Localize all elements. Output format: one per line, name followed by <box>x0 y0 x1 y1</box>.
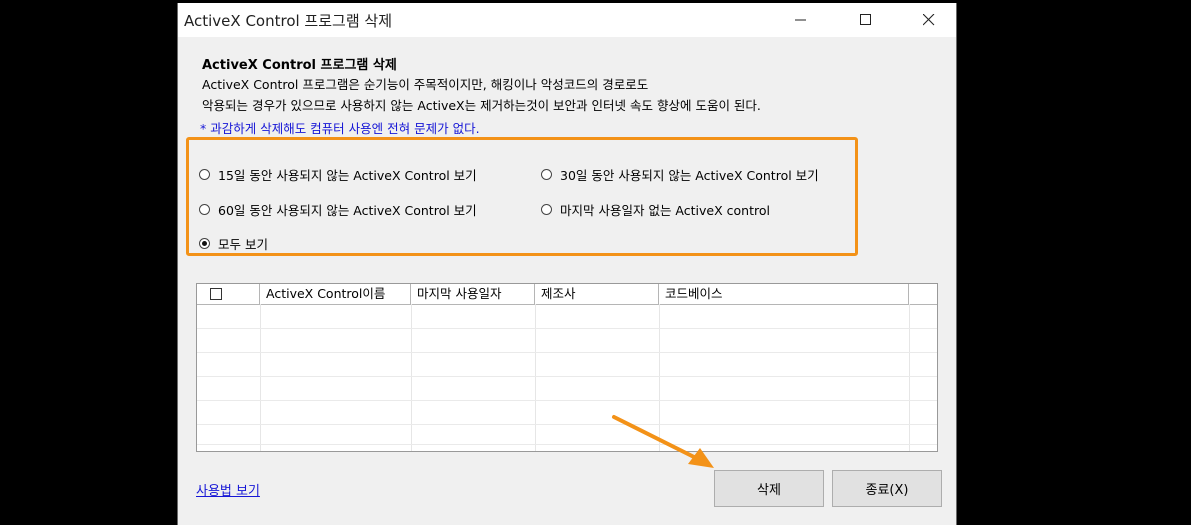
radio-button[interactable] <box>541 169 552 180</box>
grid-line <box>197 376 937 377</box>
radio-label: 마지막 사용일자 없는 ActiveX control <box>560 203 770 218</box>
note-text: * 과감하게 삭제해도 컴퓨터 사용엔 전혀 문제가 없다. <box>200 121 480 136</box>
grid-line <box>260 304 261 451</box>
usage-guide-link[interactable]: 사용법 보기 <box>196 480 260 499</box>
radio-show-all[interactable]: 모두 보기 <box>199 234 268 253</box>
close-icon <box>923 14 935 26</box>
arrow-annotation <box>612 415 714 468</box>
grid-line <box>535 304 536 451</box>
radio-label: 15일 동안 사용되지 않는 ActiveX Control 보기 <box>218 168 477 183</box>
column-codebase[interactable]: 코드베이스 <box>659 284 909 304</box>
window-title: ActiveX Control 프로그램 삭제 <box>184 12 393 30</box>
grid-line <box>197 352 937 353</box>
exit-button[interactable]: 종료(X) <box>832 470 942 507</box>
grid-line <box>411 304 412 451</box>
radio-60-days[interactable]: 60일 동안 사용되지 않는 ActiveX Control 보기 <box>199 200 477 219</box>
radio-button[interactable] <box>199 204 210 215</box>
description-line-1: ActiveX Control 프로그램은 순기능이 주목적이지만, 해킹이나 … <box>202 77 649 92</box>
radio-button-selected[interactable] <box>199 238 210 249</box>
column-manufacturer[interactable]: 제조사 <box>535 284 659 304</box>
column-select-all[interactable] <box>197 284 260 304</box>
radio-15-days[interactable]: 15일 동안 사용되지 않는 ActiveX Control 보기 <box>199 165 477 184</box>
radio-no-last-use[interactable]: 마지막 사용일자 없는 ActiveX control <box>541 200 770 219</box>
maximize-icon <box>860 14 871 25</box>
radio-button[interactable] <box>199 169 210 180</box>
list-header: ActiveX Control이름 마지막 사용일자 제조사 코드베이스 <box>197 284 937 305</box>
dialog-window: ActiveX Control 프로그램 삭제 ActiveX Control … <box>177 3 957 525</box>
title-bar[interactable]: ActiveX Control 프로그램 삭제 <box>178 3 956 37</box>
description-line-2: 악용되는 경우가 있으므로 사용하지 않는 ActiveX는 제거하는것이 보안… <box>202 98 761 113</box>
column-name[interactable]: ActiveX Control이름 <box>260 284 411 304</box>
maximize-button[interactable] <box>843 3 889 37</box>
grid-line <box>909 304 910 451</box>
radio-label: 30일 동안 사용되지 않는 ActiveX Control 보기 <box>560 168 819 183</box>
select-all-checkbox[interactable] <box>210 288 222 300</box>
grid-line <box>197 444 937 445</box>
delete-button[interactable]: 삭제 <box>714 470 824 507</box>
minimize-icon <box>795 19 806 21</box>
grid-line <box>197 424 937 425</box>
close-button[interactable] <box>906 3 952 37</box>
filter-options-group: 15일 동안 사용되지 않는 ActiveX Control 보기 30일 동안… <box>186 137 858 256</box>
radio-30-days[interactable]: 30일 동안 사용되지 않는 ActiveX Control 보기 <box>541 165 819 184</box>
column-last-used[interactable]: 마지막 사용일자 <box>411 284 535 304</box>
grid-line <box>197 328 937 329</box>
activex-list[interactable]: ActiveX Control이름 마지막 사용일자 제조사 코드베이스 <box>196 283 938 452</box>
grid-line <box>197 400 937 401</box>
radio-label: 모두 보기 <box>218 237 268 252</box>
section-heading: ActiveX Control 프로그램 삭제 <box>202 58 397 73</box>
radio-button[interactable] <box>541 204 552 215</box>
minimize-button[interactable] <box>778 3 824 37</box>
radio-label: 60일 동안 사용되지 않는 ActiveX Control 보기 <box>218 203 477 218</box>
